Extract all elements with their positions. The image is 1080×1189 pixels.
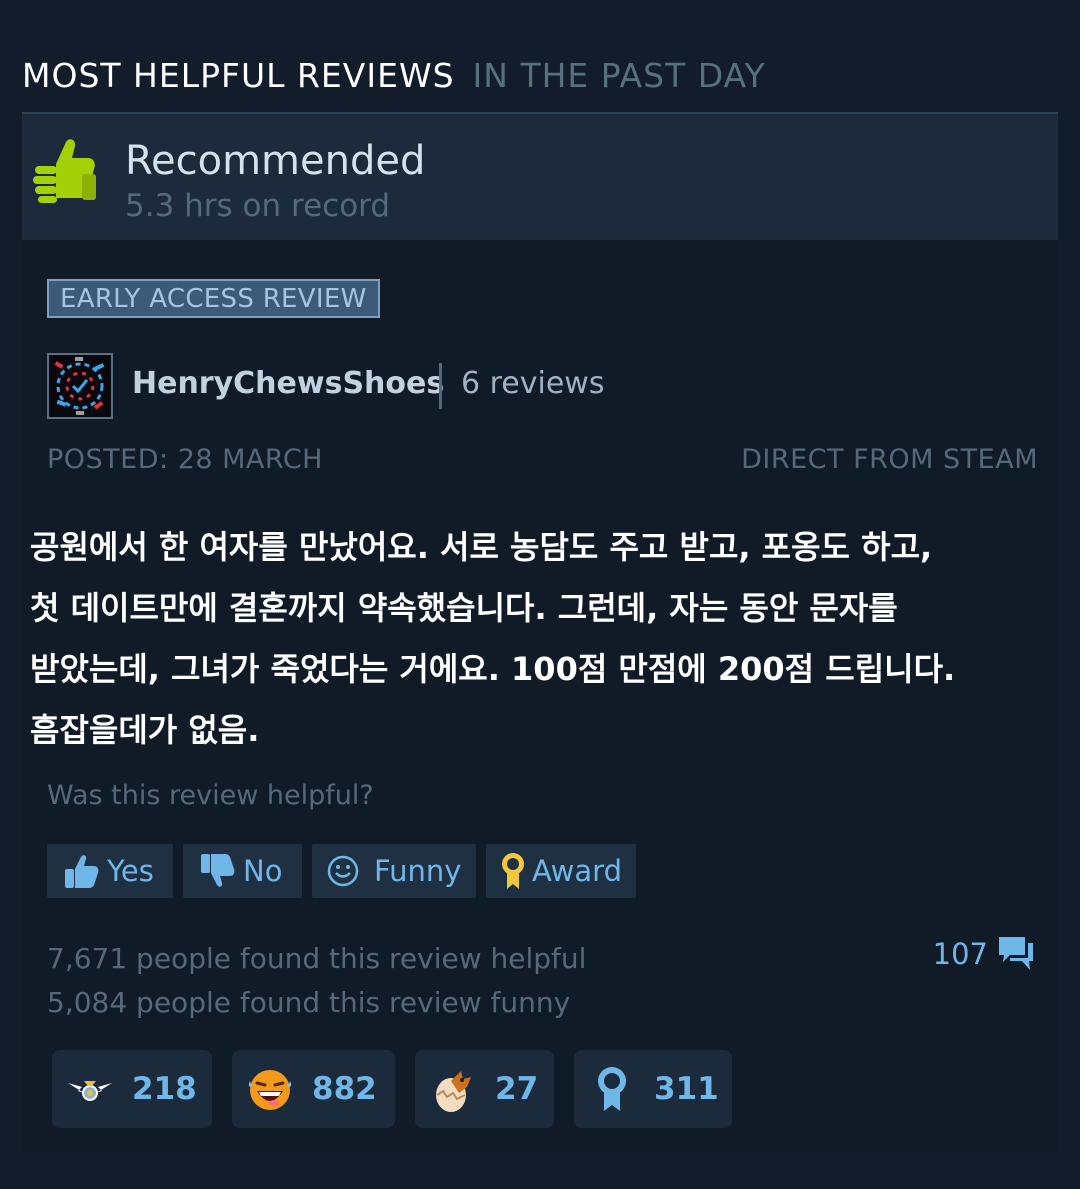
laughing-face-icon [248,1070,292,1110]
recommendation-label: Recommended [125,138,426,184]
ribbon-medal-icon [598,1067,626,1111]
award-count: 882 [312,1071,377,1107]
vote-funny-button[interactable]: Funny [312,844,476,898]
winged-heart-icon [68,1081,112,1101]
award-chip[interactable]: 882 [232,1050,395,1128]
section-title: MOST HELPFUL REVIEWS IN THE PAST DAY [22,56,766,95]
thumbs-up-icon [65,855,99,888]
comments-link[interactable]: 107 [933,932,1036,976]
helpful-count: 7,671 people found this review helpful [47,942,587,975]
author-name[interactable]: HenryChewsShoes [132,366,444,401]
comment-count: 107 [932,937,988,971]
avatar-image [49,355,111,417]
review-line: 첫 데이트만에 결혼까지 약속했습니다. 그런데, 자는 동안 문자를 [30,589,898,627]
vote-funny-label: Funny [374,854,462,888]
avatar[interactable] [47,353,113,419]
review-line: 흠잡을데가 없음. [30,711,260,749]
smiley-icon [327,855,359,887]
award-ribbon-icon [502,853,524,889]
review-source: DIRECT FROM STEAM [741,444,1038,475]
award-count: 218 [132,1071,197,1107]
award-label: Award [532,854,622,888]
review-line: 공원에서 한 여자를 만났어요. 서로 농담도 주고 받고, 포옹도 하고, [30,528,933,566]
hours-on-record: 5.3 hrs on record [125,188,391,224]
section-title-main: MOST HELPFUL REVIEWS [22,56,455,95]
award-button[interactable]: Award [486,844,636,898]
vote-no-button[interactable]: No [183,844,302,898]
section-title-timeframe[interactable]: IN THE PAST DAY [473,56,766,95]
vote-yes-label: Yes [107,854,154,888]
vote-no-label: No [243,854,283,888]
review-card: Recommended 5.3 hrs on record EARLY ACCE… [22,112,1058,1152]
review-stats: 7,671 people found this review helpful 5… [47,937,586,1025]
award-count: 311 [654,1071,719,1107]
posted-date: POSTED: 28 MARCH [47,444,323,475]
award-chip[interactable]: 27 [415,1050,554,1128]
early-access-badge: EARLY ACCESS REVIEW [47,279,380,318]
comment-bubbles-icon [999,937,1033,970]
award-chip[interactable]: 311 [574,1050,732,1128]
award-chip[interactable]: 218 [52,1050,212,1128]
thumbs-down-icon [201,854,235,887]
vote-yes-button[interactable]: Yes [47,844,173,898]
dragon-egg-icon [436,1071,471,1112]
review-line: 받았는데, 그녀가 죽었다는 거에요. 100점 만점에 200점 드립니다. [30,650,956,688]
author-review-count[interactable]: 6 reviews [461,366,604,401]
funny-count: 5,084 people found this review funny [47,986,571,1019]
thumbs-up-icon [33,139,96,203]
review-body: 공원에서 한 여자를 만났어요. 서로 농담도 주고 받고, 포옹도 하고, 첫… [30,517,1055,761]
helpful-question: Was this review helpful? [47,780,374,811]
award-count: 27 [495,1071,539,1107]
author-divider [439,363,442,409]
review-header[interactable]: Recommended 5.3 hrs on record [22,112,1058,240]
